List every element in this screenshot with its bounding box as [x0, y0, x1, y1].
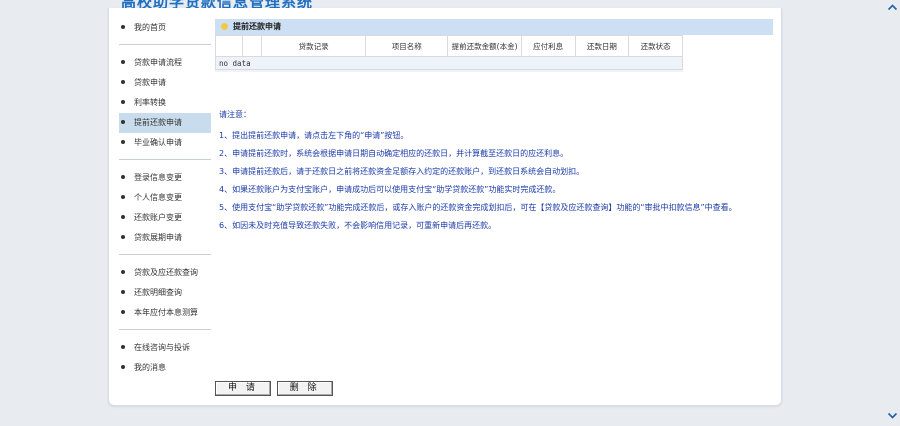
- bullet-icon: [121, 195, 125, 199]
- table-row: no data: [215, 56, 683, 70]
- note-item: 4、如果还款账户为支付宝账户，申请成功后可以使用支付宝“助学贷款还款”功能实时完…: [219, 185, 561, 194]
- empty-table-message: no data: [215, 56, 683, 70]
- sidebar-item-interest-estimate[interactable]: 本年应付本息测算: [119, 303, 211, 323]
- nav-group-loan: 贷款申请流程 贷款申请 利率转换 提前还款申请 毕业确认申请: [119, 49, 211, 160]
- bullet-icon: [121, 175, 125, 179]
- sidebar-item-messages[interactable]: 我的消息: [119, 358, 211, 378]
- bullet-icon: [121, 80, 125, 84]
- bullet-icon: [121, 345, 125, 349]
- column-header-project-name[interactable]: 项目名称: [365, 35, 449, 57]
- chevron-down-icon[interactable]: [885, 410, 900, 424]
- nav-group-support: 在线咨询与投诉 我的消息: [119, 334, 211, 384]
- panel-title: 提前还款申请: [233, 22, 281, 31]
- column-header-repay-date[interactable]: 还款日期: [574, 35, 630, 57]
- sun-icon: [221, 23, 228, 30]
- column-header[interactable]: [214, 35, 244, 57]
- note-item: 5、使用支付宝“助学贷款还款”功能完成还款后，或存入账户的还款资金完成划扣后，可…: [219, 203, 737, 212]
- note-item: 3、申请提前还款后，请于还款日之前将还款资金足额存入约定的还款账户，到还款日系统…: [219, 167, 585, 176]
- note-item: 2、申请提前还款时，系统会根据申请日期自动确定相应的还款日，并计算截至还款日的应…: [219, 149, 569, 158]
- apply-button[interactable]: 申 请: [215, 381, 271, 396]
- nav-group-info: 登录信息变更 个人信息变更 还款账户变更 贷款展期申请: [119, 164, 211, 255]
- bullet-icon: [121, 215, 125, 219]
- sidebar-item-loan-extension[interactable]: 贷款展期申请: [119, 228, 211, 248]
- table-header-row: 贷款记录 项目名称 提前还款金额(本金) 应付利息 还款日期 还款状态: [214, 35, 683, 57]
- bullet-icon: [121, 100, 125, 104]
- main-card: 我的首页 贷款申请流程 贷款申请 利率转换 提前还款申请 毕业确认申请 登录信息…: [108, 8, 782, 406]
- note-item: 1、提出提前还款申请，请点击左下角的“申请”按钮。: [219, 131, 409, 140]
- bullet-icon: [121, 120, 125, 124]
- column-header-interest[interactable]: 应付利息: [520, 35, 576, 57]
- sidebar-item-graduation-confirm[interactable]: 毕业确认申请: [119, 133, 211, 153]
- early-repayment-panel: 提前还款申请 贷款记录 项目名称 提前还款金额(本金) 应付利息 还款日期 还款…: [214, 19, 773, 72]
- bullet-icon: [121, 270, 125, 274]
- sidebar-item-early-repayment[interactable]: 提前还款申请: [119, 113, 211, 133]
- bullet-icon: [121, 25, 125, 29]
- panel-header: 提前还款申请: [215, 19, 773, 35]
- sidebar-item-login-info[interactable]: 登录信息变更: [119, 168, 211, 188]
- bullet-icon: [121, 140, 125, 144]
- bullet-icon: [121, 365, 125, 369]
- sidebar-item-loan-process[interactable]: 贷款申请流程: [119, 53, 211, 73]
- sidebar-item-rate-switch[interactable]: 利率转换: [119, 93, 211, 113]
- sidebar-item-loan-query[interactable]: 贷款及应还款查询: [119, 263, 211, 283]
- sidebar-item-home[interactable]: 我的首页: [119, 18, 211, 38]
- note-item: 6、如因未及时充值导致还款失败，不会影响信用记录，可重新申请后再还款。: [219, 221, 497, 230]
- nav-group-home: 我的首页: [119, 18, 211, 45]
- sidebar-nav: 我的首页 贷款申请流程 贷款申请 利率转换 提前还款申请 毕业确认申请 登录信息…: [119, 18, 211, 388]
- sidebar-item-personal-info[interactable]: 个人信息变更: [119, 188, 211, 208]
- bullet-icon: [121, 290, 125, 294]
- sidebar-item-repay-detail[interactable]: 还款明细查询: [119, 283, 211, 303]
- sidebar-item-consult[interactable]: 在线咨询与投诉: [119, 338, 211, 358]
- column-header-loan-record[interactable]: 贷款记录: [261, 35, 367, 57]
- repayment-table: 贷款记录 项目名称 提前还款金额(本金) 应付利息 还款日期 还款状态 no d…: [214, 35, 683, 70]
- notes-title: 请注意：: [219, 110, 251, 119]
- nav-group-query: 贷款及应还款查询 还款明细查询 本年应付本息测算: [119, 259, 211, 330]
- column-header-repay-status[interactable]: 还款状态: [628, 35, 683, 57]
- bullet-icon: [121, 310, 125, 314]
- chevron-up-icon[interactable]: [885, 2, 900, 16]
- bullet-icon: [121, 235, 125, 239]
- column-header-prepay-amount[interactable]: 提前还款金额(本金): [447, 35, 522, 57]
- page-scrollbar[interactable]: [885, 0, 900, 426]
- table-container: 贷款记录 项目名称 提前还款金额(本金) 应付利息 还款日期 还款状态 no d…: [214, 35, 683, 72]
- action-buttons: 申 请 删 除: [215, 381, 336, 396]
- bullet-icon: [121, 60, 125, 64]
- column-header[interactable]: [242, 35, 263, 57]
- delete-button[interactable]: 删 除: [276, 381, 333, 396]
- notes-section: 请注意： 1、提出提前还款申请，请点击左下角的“申请”按钮。 2、申请提前还款时…: [219, 109, 774, 238]
- sidebar-item-loan-apply[interactable]: 贷款申请: [119, 73, 211, 93]
- sidebar-item-repay-account[interactable]: 还款账户变更: [119, 208, 211, 228]
